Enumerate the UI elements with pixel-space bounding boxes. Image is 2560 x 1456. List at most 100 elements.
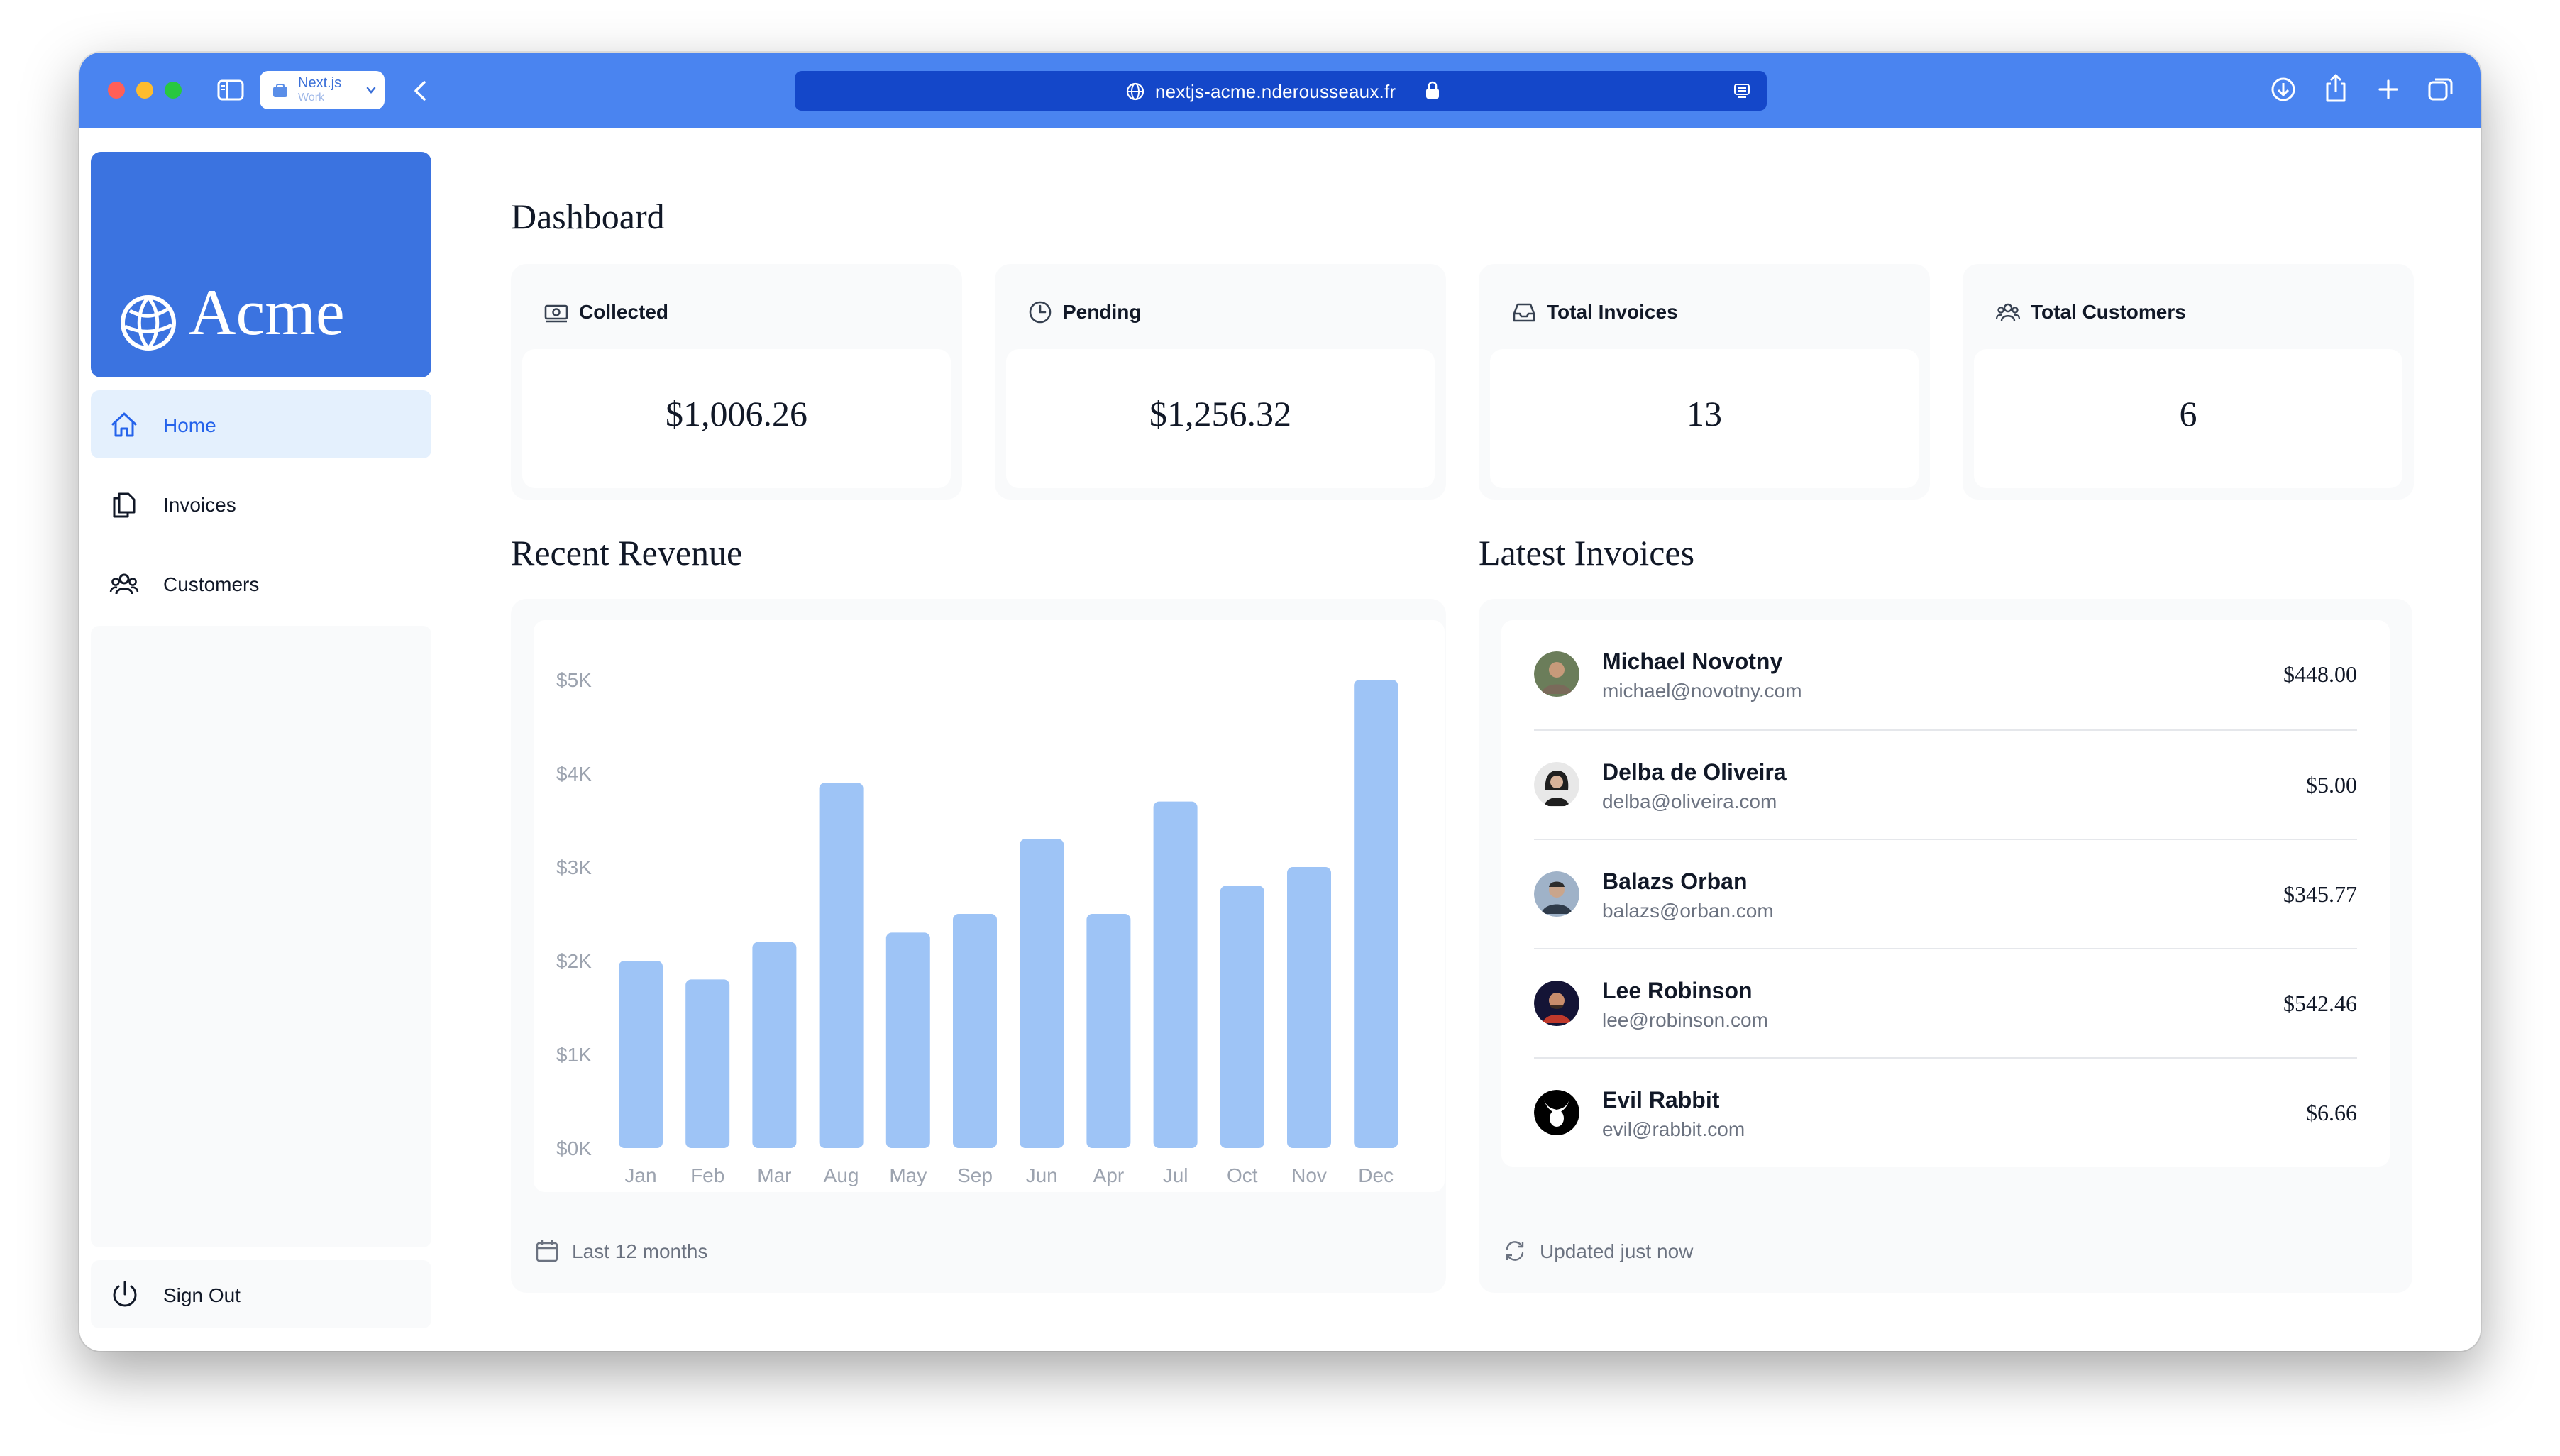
revenue-bar — [1287, 867, 1331, 1148]
x-tick-label: Apr — [1093, 1164, 1125, 1186]
invoice-customer-name: Michael Novotny — [1602, 649, 1783, 674]
latest-invoices-title: Latest Invoices — [1479, 533, 1695, 573]
revenue-bar — [885, 932, 930, 1148]
x-tick-label: Feb — [690, 1164, 724, 1186]
invoices-footer-text: Updated just now — [1540, 1240, 1694, 1262]
browser-toolbar: Next.js Work nextjs-acme.nderousseaux.fr — [79, 53, 2481, 128]
card-value: 13 — [1687, 394, 1722, 434]
clock-icon — [1029, 301, 1052, 324]
invoice-row[interactable]: Balazs Orban balazs@orban.com $345.77 — [1534, 839, 2357, 949]
tab-group-subtitle: Work — [298, 92, 325, 104]
revenue-chart-svg: $0K $1K $2K $3K $4K $5K Jan Feb Mar Aug May Sep Jun A… — [556, 669, 1398, 1186]
invoice-customer-email: michael@novotny.com — [1602, 680, 1802, 702]
revenue-bar — [619, 961, 663, 1148]
invoice-row[interactable]: Michael Novotny michael@novotny.com $448… — [1534, 620, 2357, 729]
user-group-icon — [1995, 303, 2021, 321]
download-icon[interactable] — [2269, 75, 2297, 104]
invoice-amount: $5.00 — [2306, 772, 2357, 798]
x-tick-label: Aug — [824, 1164, 859, 1186]
share-icon[interactable] — [2323, 72, 2349, 104]
sidebar-item-customers[interactable]: Customers — [91, 549, 431, 617]
avatar — [1534, 871, 1579, 917]
browser-window: Next.js Work nextjs-acme.nderousseaux.fr — [79, 53, 2481, 1351]
invoice-customer-email: balazs@orban.com — [1602, 900, 1774, 922]
logo-text: Acme — [189, 276, 345, 348]
card-pending: Pending $1,256.32 — [995, 264, 1446, 500]
calendar-icon — [536, 1240, 558, 1262]
sidebar-item-label: Customers — [163, 573, 260, 595]
sidebar-item-invoices[interactable]: Invoices — [91, 470, 431, 538]
card-body: $1,256.32 — [1006, 349, 1435, 488]
invoice-amount: $345.77 — [2283, 881, 2357, 907]
card-value: 6 — [2179, 394, 2197, 434]
sidebar-item-label: Home — [163, 414, 216, 436]
card-total-invoices: Total Invoices 13 — [1479, 264, 1930, 500]
reader-mode-icon[interactable] — [1733, 82, 1751, 101]
card-collected: Collected $1,006.26 — [511, 264, 962, 500]
x-tick-label: May — [889, 1164, 927, 1186]
sidebar-item-home[interactable]: Home — [91, 390, 431, 458]
invoice-amount: $448.00 — [2283, 661, 2357, 687]
invoice-customer-email: lee@robinson.com — [1602, 1009, 1768, 1031]
x-tick-label: Jan — [624, 1164, 656, 1186]
invoice-amount: $542.46 — [2283, 991, 2357, 1016]
revenue-bar — [1220, 886, 1264, 1148]
address-url: nextjs-acme.nderousseaux.fr — [1155, 81, 1396, 102]
document-duplicate-icon — [113, 492, 136, 518]
card-body: 6 — [1974, 349, 2402, 488]
revenue-bar — [1153, 801, 1198, 1148]
y-tick-label: $4K — [556, 763, 592, 785]
sidebar-toggle-icon[interactable] — [217, 79, 244, 101]
invoice-row[interactable]: Lee Robinson lee@robinson.com $542.46 — [1534, 948, 2357, 1059]
invoice-customer-name: Delba de Oliveira — [1602, 759, 1787, 785]
back-arrow-icon[interactable] — [412, 79, 429, 102]
invoice-customer-name: Lee Robinson — [1602, 978, 1753, 1003]
y-tick-label: $5K — [556, 669, 592, 691]
avatar — [1534, 981, 1579, 1026]
avatar — [1534, 651, 1579, 697]
revenue-bar — [819, 783, 864, 1148]
zoom-window-button[interactable] — [165, 82, 182, 99]
tab-group-title: Next.js — [298, 75, 342, 91]
card-total-customers: Total Customers 6 — [1963, 264, 2414, 500]
app-page: Acme Home Invoices Customers Sign Out Da… — [79, 128, 2481, 1351]
revenue-footer-text: Last 12 months — [572, 1240, 708, 1262]
card-value: $1,006.26 — [666, 394, 807, 434]
banknotes-icon — [544, 304, 568, 323]
inbox-icon — [1513, 303, 1535, 322]
lock-icon — [1426, 81, 1439, 99]
new-tab-icon[interactable] — [2376, 77, 2401, 102]
sign-out-label: Sign Out — [163, 1284, 241, 1306]
minimize-window-button[interactable] — [136, 82, 153, 99]
invoice-customer-email: delba@oliveira.com — [1602, 790, 1777, 812]
latest-invoices-panel: Michael Novotny michael@novotny.com $448… — [1479, 599, 2412, 1293]
address-bar[interactable]: nextjs-acme.nderousseaux.fr — [795, 71, 1767, 111]
power-icon — [113, 1281, 137, 1307]
y-tick-label: $0K — [556, 1137, 592, 1159]
avatar — [1534, 1090, 1579, 1135]
tab-group-selector[interactable]: Next.js Work — [260, 71, 385, 109]
invoice-list: Michael Novotny michael@novotny.com $448… — [1501, 620, 2390, 1167]
sidebar-item-label: Invoices — [163, 494, 236, 516]
sign-out-button[interactable]: Sign Out — [91, 1260, 431, 1328]
revenue-title: Recent Revenue — [511, 533, 743, 573]
close-window-button[interactable] — [108, 82, 125, 99]
y-tick-label: $3K — [556, 856, 592, 878]
acme-logo[interactable]: Acme — [91, 152, 431, 377]
x-tick-label: Oct — [1227, 1164, 1258, 1186]
chevron-down-icon — [366, 87, 376, 94]
tab-group-icon — [273, 84, 287, 97]
invoice-row[interactable]: Delba de Oliveira delba@oliveira.com $5.… — [1534, 729, 2357, 840]
invoice-customer-name: Evil Rabbit — [1602, 1087, 1720, 1113]
tab-overview-icon[interactable] — [2427, 75, 2455, 104]
invoice-amount: $6.66 — [2306, 1100, 2357, 1125]
sidebar-spacer — [91, 626, 431, 1247]
x-tick-label: Nov — [1291, 1164, 1327, 1186]
card-label: Total Customers — [2031, 301, 2186, 323]
home-icon — [111, 412, 137, 437]
globe-icon — [121, 295, 176, 351]
card-label: Total Invoices — [1547, 301, 1678, 323]
invoice-row[interactable]: Evil Rabbit evil@rabbit.com $6.66 — [1534, 1057, 2357, 1168]
card-label: Collected — [579, 301, 669, 323]
revenue-bar — [1020, 839, 1064, 1148]
